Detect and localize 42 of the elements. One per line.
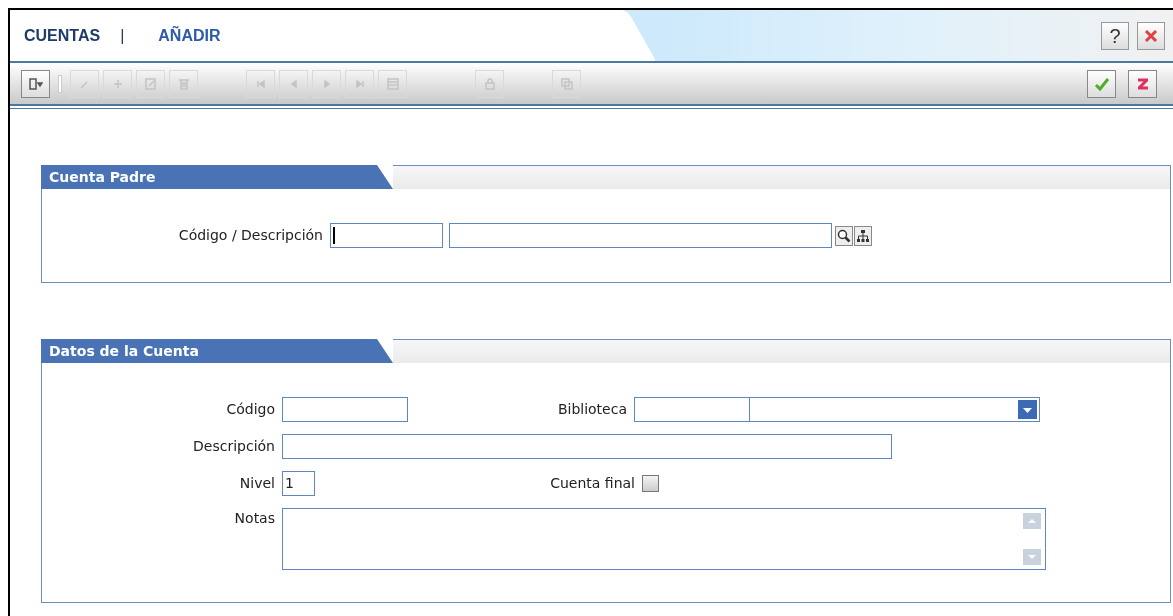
- field-label: Descripción: [193, 438, 275, 454]
- close-button[interactable]: [1137, 21, 1165, 50]
- search-button[interactable]: [835, 225, 853, 246]
- help-button[interactable]: ?: [1101, 21, 1129, 50]
- level-value: 1: [284, 474, 294, 493]
- code-input[interactable]: [330, 223, 443, 248]
- field-label: Cuenta final: [550, 475, 635, 491]
- field-label: Código / Descripción: [178, 227, 323, 243]
- trash-icon: [176, 76, 191, 91]
- final-account-checkbox[interactable]: [642, 475, 659, 492]
- field-label: Biblioteca: [557, 401, 627, 417]
- title-separator: |: [120, 25, 125, 46]
- edit-icon: [143, 76, 158, 91]
- toolbar-button[interactable]: [21, 69, 50, 98]
- field-label: Notas: [234, 510, 275, 526]
- tab-corner-drawing: [371, 339, 393, 363]
- mode-label: AÑADIR: [158, 25, 221, 46]
- search-icon: [837, 228, 851, 243]
- library-dropdown[interactable]: [750, 397, 1040, 422]
- scroll-down-icon: [1023, 549, 1041, 565]
- table-icon: [385, 76, 400, 91]
- toolbar-button[interactable]: [1128, 69, 1157, 98]
- notes-textarea[interactable]: [282, 508, 1046, 570]
- level-input[interactable]: 1: [282, 471, 315, 496]
- lock-icon: [482, 76, 497, 91]
- description-input[interactable]: [449, 223, 832, 248]
- list-menu-icon: [28, 76, 43, 91]
- grip-icon: [58, 74, 62, 93]
- copy-icon: [559, 76, 574, 91]
- check-icon: [1093, 75, 1110, 92]
- scroll-up-icon: [1023, 513, 1041, 529]
- page-title: CUENTAS: [24, 25, 101, 46]
- toolbar-button[interactable]: [1087, 69, 1116, 98]
- close-icon: [1144, 28, 1158, 43]
- field-label: Nivel: [239, 475, 275, 491]
- hierarchy-icon: [856, 228, 870, 243]
- library-code-input[interactable]: [634, 397, 750, 422]
- description-input[interactable]: [282, 434, 892, 459]
- tab-corner-drawing: [371, 165, 393, 189]
- code-input[interactable]: [282, 397, 408, 422]
- tree-button[interactable]: [854, 225, 872, 246]
- field-label: Código: [226, 401, 275, 417]
